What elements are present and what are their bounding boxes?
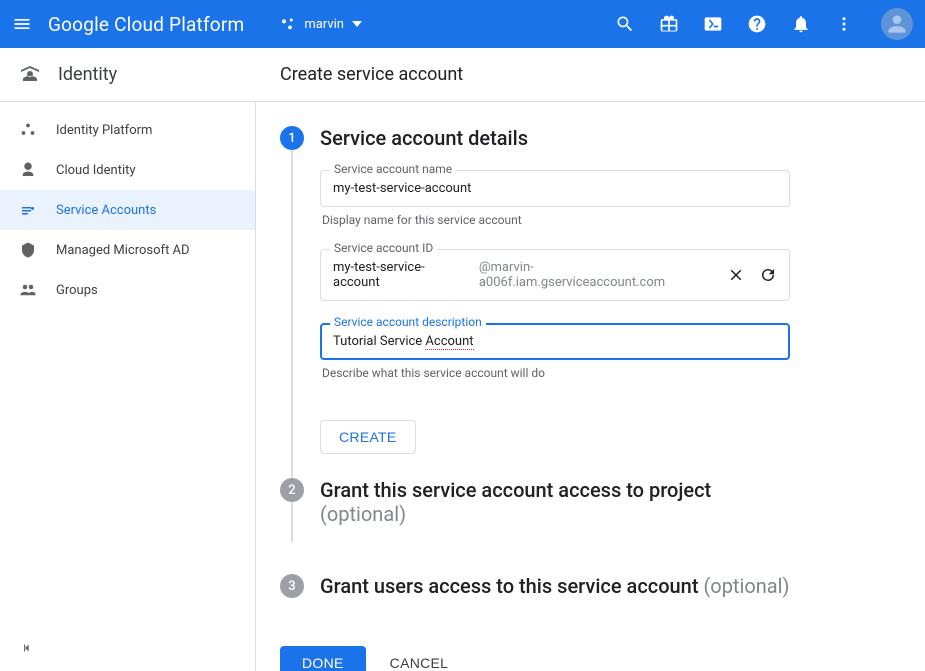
step-2-number: 2: [280, 478, 304, 502]
field-helper: Describe what this service account will …: [322, 366, 790, 380]
step-1-title: Service account details: [320, 126, 901, 150]
service-account-description-field: Service account description Tutorial Ser…: [320, 323, 790, 380]
account-avatar[interactable]: [881, 8, 913, 40]
cloud-shell-button[interactable]: [703, 14, 723, 34]
more-button[interactable]: [835, 15, 853, 33]
page-title: Create service account: [256, 64, 463, 85]
product-header: Identity: [0, 63, 256, 87]
top-header: Google Cloud Platform marvin: [0, 0, 925, 48]
refresh-id-button[interactable]: [759, 266, 777, 284]
bell-icon: [791, 14, 811, 34]
project-picker[interactable]: marvin: [280, 16, 362, 32]
step-2-title-text: Grant this service account access to pro…: [320, 478, 711, 502]
sidebar-item-cloud-identity[interactable]: Cloud Identity: [0, 150, 255, 190]
search-button[interactable]: [615, 14, 635, 34]
groups-icon: [18, 280, 38, 300]
more-vert-icon: [835, 15, 853, 33]
nav-menu-button[interactable]: [12, 14, 32, 34]
cloud-identity-icon: [18, 160, 38, 180]
id-suffix: @marvin-a006f.iam.gserviceaccount.com: [479, 260, 719, 290]
help-icon: [747, 14, 767, 34]
desc-value-prefix: Tutorial Service: [333, 334, 425, 349]
step-1: 1 Service account details Service accoun…: [280, 126, 901, 462]
avatar-icon: [884, 11, 910, 37]
platform-name: Google Cloud Platform: [48, 13, 244, 36]
step-2: 2 Grant this service account access to p…: [280, 478, 901, 554]
microsoft-ad-icon: [18, 240, 38, 260]
sidebar-item-label: Identity Platform: [56, 123, 152, 138]
sidebar-item-label: Groups: [56, 283, 98, 298]
field-helper: Display name for this service account: [322, 213, 790, 227]
sidebar-item-label: Cloud Identity: [56, 163, 136, 178]
dropdown-caret-icon: [352, 21, 362, 27]
gift-icon: [659, 14, 679, 34]
service-account-name-field: Service account name Display name for th…: [320, 170, 790, 227]
step-2-optional: (optional): [320, 502, 406, 526]
notifications-button[interactable]: [791, 14, 811, 34]
field-label: Service account ID: [330, 241, 437, 255]
header-right: [615, 8, 913, 40]
page-header-row: Identity Create service account: [0, 48, 925, 102]
desc-value-error: Account: [425, 334, 473, 350]
identity-product-icon: [18, 63, 42, 87]
service-account-id-input[interactable]: my-test-service-account @marvin-a006f.ia…: [320, 249, 790, 301]
id-value: my-test-service-account: [333, 260, 471, 290]
field-label: Service account description: [330, 315, 486, 329]
create-button[interactable]: CREATE: [320, 420, 416, 454]
refresh-icon: [759, 266, 777, 284]
main-content: 1 Service account details Service accoun…: [256, 102, 925, 671]
sidebar-item-label: Managed Microsoft AD: [56, 243, 190, 258]
step-3-optional: (optional): [703, 574, 789, 598]
help-button[interactable]: [747, 14, 767, 34]
collapse-sidebar-button[interactable]: [0, 628, 255, 671]
cloud-shell-icon: [703, 14, 723, 34]
bottom-actions: DONE CANCEL: [280, 646, 901, 671]
service-accounts-icon: [18, 200, 38, 220]
identity-platform-icon: [18, 120, 38, 140]
step-3-title-text: Grant users access to this service accou…: [320, 574, 703, 598]
step-3-title: Grant users access to this service accou…: [320, 574, 901, 598]
step-2-title: Grant this service account access to pro…: [320, 478, 901, 526]
sidebar-item-service-accounts[interactable]: Service Accounts: [0, 190, 255, 230]
sidebar-item-groups[interactable]: Groups: [0, 270, 255, 310]
search-icon: [615, 14, 635, 34]
project-name: marvin: [304, 17, 344, 32]
sidebar-item-label: Service Accounts: [56, 203, 156, 218]
field-label: Service account name: [330, 162, 456, 176]
sidebar-item-managed-ad[interactable]: Managed Microsoft AD: [0, 230, 255, 270]
done-button[interactable]: DONE: [280, 646, 366, 671]
step-3: 3 Grant users access to this service acc…: [280, 574, 901, 626]
clear-id-button[interactable]: [727, 266, 745, 284]
header-left: Google Cloud Platform marvin: [12, 13, 362, 36]
step-1-number: 1: [280, 126, 304, 150]
cancel-button[interactable]: CANCEL: [390, 655, 449, 671]
project-icon: [280, 16, 296, 32]
service-account-id-field: Service account ID my-test-service-accou…: [320, 249, 790, 301]
free-trial-button[interactable]: [659, 14, 679, 34]
chevron-left-icon: [20, 641, 34, 655]
sidebar: Identity Platform Cloud Identity Service…: [0, 102, 256, 671]
step-3-number: 3: [280, 574, 304, 598]
close-icon: [727, 266, 745, 284]
product-title: Identity: [58, 64, 117, 85]
sidebar-item-identity-platform[interactable]: Identity Platform: [0, 110, 255, 150]
